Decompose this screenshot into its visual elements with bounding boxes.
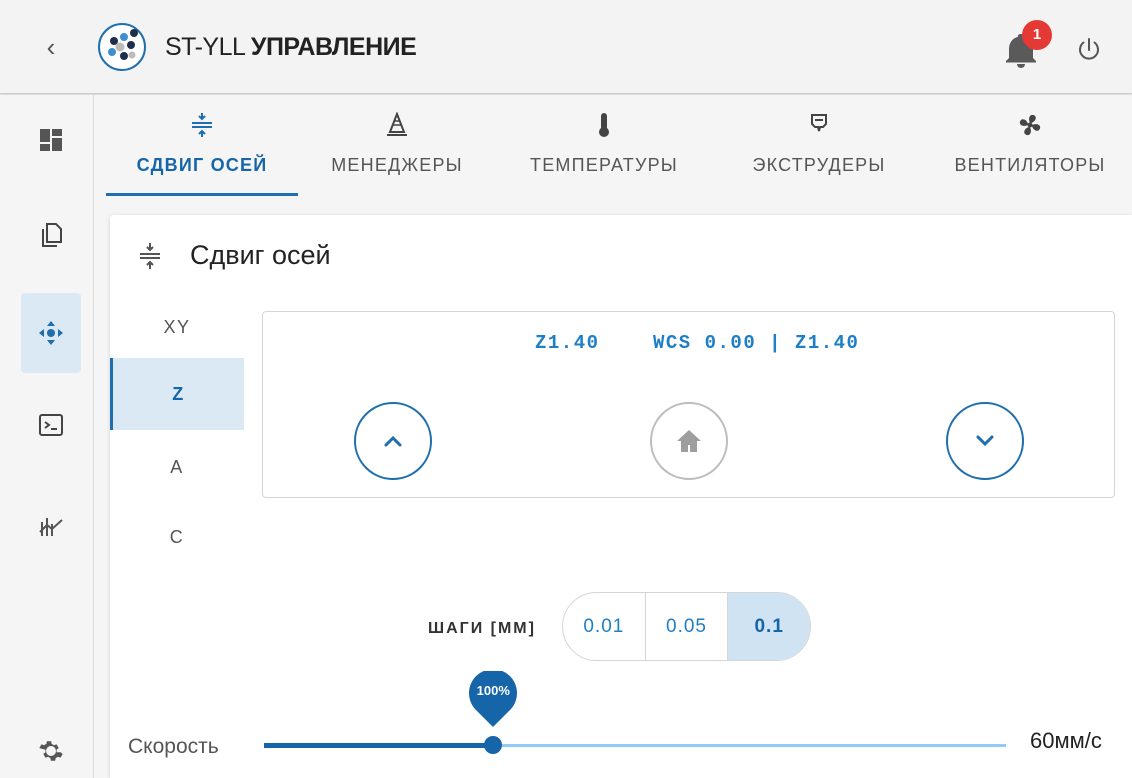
fan-icon [1019, 114, 1041, 136]
chart-icon [39, 518, 63, 536]
card-title: Сдвиг осей [190, 240, 331, 270]
step-option-selected[interactable]: 0.1 [728, 593, 810, 660]
chevron-down-icon [976, 435, 994, 447]
sidebar-item-settings[interactable] [21, 711, 81, 778]
active-tab-indicator [106, 193, 298, 196]
dashboard-icon [40, 129, 62, 151]
tab-temperatures[interactable]: ТЕМПЕРАТУРЫ [514, 105, 694, 197]
sidebar [0, 95, 94, 778]
extruder-icon [811, 114, 827, 132]
gear-icon [39, 741, 63, 761]
manager-icon [387, 112, 407, 136]
app-title-prefix: ST-YLL [165, 33, 245, 61]
sidebar-item-dashboard[interactable] [21, 100, 81, 180]
step-option[interactable]: 0.05 [646, 593, 729, 660]
speed-slider-fill [264, 743, 494, 748]
home-button[interactable] [650, 402, 728, 480]
step-size-selector: 0.01 0.05 0.1 [562, 592, 811, 661]
chevron-up-icon [384, 435, 402, 447]
speed-value: 60мм/с [1030, 728, 1102, 753]
logo-icon [98, 23, 146, 71]
tab-label: ТЕМПЕРАТУРЫ [530, 155, 678, 175]
axis-tab-xy[interactable]: XY [110, 291, 244, 363]
thermometer-icon [599, 113, 609, 137]
axis-tab-z[interactable]: Z [110, 358, 244, 430]
sidebar-item-chart[interactable] [21, 485, 81, 565]
tab-label: ВЕНТИЛЯТОРЫ [954, 155, 1106, 175]
axis-tab-a[interactable]: A [110, 431, 244, 503]
sidebar-item-files[interactable] [21, 195, 81, 275]
jog-up-button[interactable] [354, 402, 432, 480]
power-icon[interactable] [1075, 36, 1103, 64]
axis-shift-icon [140, 243, 160, 269]
tab-label: МЕНЕДЖЕРЫ [331, 155, 463, 175]
axis-shift-icon [192, 113, 212, 137]
app-title-main: УПРАВЛЕНИЕ [250, 33, 417, 61]
move-icon [39, 321, 63, 345]
speed-slider-tooltip: 100% [469, 669, 518, 729]
chevron-left-icon[interactable]: ‹ [38, 34, 64, 60]
home-icon [677, 430, 701, 452]
console-icon [39, 414, 63, 436]
tab-axis-shift[interactable]: СДВИГ ОСЕЙ [112, 105, 292, 197]
position-readout: Z1.40 [535, 332, 600, 354]
sidebar-item-console[interactable] [21, 385, 81, 465]
step-option[interactable]: 0.01 [563, 593, 646, 660]
speed-label: Скорость [128, 735, 219, 758]
axis-tab-c[interactable]: C [110, 501, 244, 573]
wcs-readout: WCS 0.00 | Z1.40 [653, 332, 860, 354]
steps-label: ШАГИ [ММ] [428, 620, 536, 637]
tab-managers[interactable]: МЕНЕДЖЕРЫ [316, 105, 478, 197]
speed-slider-thumb[interactable] [484, 736, 503, 754]
tab-extruders[interactable]: ЭКСТРУДЕРЫ [734, 105, 904, 197]
jog-panel: Z1.40 WCS 0.00 | Z1.40 [262, 311, 1115, 498]
app-title: ST-YLL УПРАВЛЕНИЕ [165, 33, 417, 62]
sidebar-item-move[interactable] [21, 293, 81, 373]
tab-fans[interactable]: ВЕНТИЛЯТОРЫ [940, 105, 1120, 197]
files-icon [42, 223, 62, 247]
tab-bar: СДВИГ ОСЕЙ МЕНЕДЖЕРЫ ТЕМПЕРАТУРЫ ЭКСТРУД… [94, 95, 1132, 200]
top-bar: ‹ ST-YLL УПРАВЛЕНИЕ 1 [0, 0, 1132, 94]
tab-label: ЭКСТРУДЕРЫ [752, 155, 886, 175]
tab-label: СДВИГ ОСЕЙ [136, 155, 268, 175]
notification-badge: 1 [1022, 20, 1052, 50]
jog-down-button[interactable] [946, 402, 1024, 480]
axis-shift-card: Сдвиг осей XY Z A C Z1.40 WCS 0.00 | Z1.… [110, 215, 1132, 778]
speed-percent: 100% [476, 683, 510, 698]
